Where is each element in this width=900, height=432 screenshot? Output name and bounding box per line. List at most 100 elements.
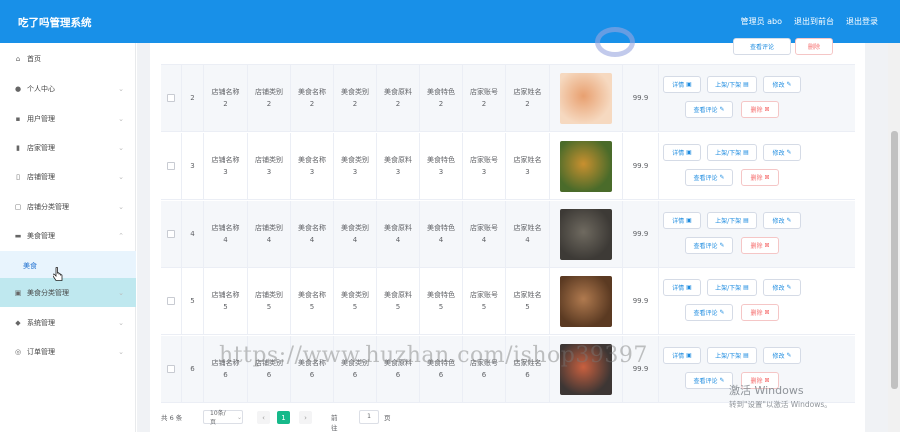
checkbox-cell[interactable] — [161, 201, 182, 267]
upload-icon: ▤ — [743, 284, 749, 291]
detail-icon: ▣ — [686, 284, 692, 291]
food-image — [560, 275, 612, 327]
price-cell: 99.9 — [623, 65, 659, 131]
table-cell: 店铺类别 3 — [248, 133, 291, 199]
admin-label: 管理员 abo — [740, 17, 782, 26]
upload-button[interactable]: 上架/下架 ▤ — [707, 279, 757, 296]
comment-icon: ✎ — [719, 242, 725, 249]
food-image — [560, 208, 612, 260]
comment-button[interactable]: 查看评论 ✎ — [685, 372, 733, 389]
table-cell: 店家姓名 2 — [506, 65, 550, 131]
edit-icon: ✎ — [786, 217, 792, 224]
page-size-select[interactable]: 10条/页 ⌄ — [203, 410, 243, 426]
edit-button[interactable]: 修改 ✎ — [763, 76, 801, 93]
page-1-button[interactable]: 1 — [277, 411, 290, 424]
delete-button[interactable]: 删除 ⊠ — [741, 304, 779, 321]
checkbox-cell[interactable] — [161, 336, 182, 402]
top-navbar: 吃了吗管理系统 管理员 abo 退出到前台 退出登录 — [0, 0, 900, 43]
prev-page-icon[interactable]: ‹ — [257, 411, 270, 424]
comment-button[interactable]: 查看评论 ✎ — [685, 237, 733, 254]
detail-button[interactable]: 详情 ▣ — [663, 279, 701, 296]
sidebar-item[interactable]: ▪ 用户管理 ⌄ — [0, 104, 136, 133]
sidebar-item[interactable]: ▬ 美食管理 ⌃ — [0, 221, 136, 250]
image-cell — [550, 201, 623, 267]
table-row-partial: 查看评论 删除 — [161, 27, 855, 65]
upload-icon: ▤ — [743, 81, 749, 88]
row-index: 5 — [182, 268, 204, 334]
user-manage-icon: ▪ — [15, 114, 21, 123]
shop-icon: ▯ — [16, 172, 20, 181]
comment-button[interactable]: 查看评论 ✎ — [685, 169, 733, 186]
row-checkbox[interactable] — [167, 230, 175, 238]
checkbox-cell[interactable] — [161, 65, 182, 131]
image-cell — [550, 133, 623, 199]
table-cell: 美食原料 4 — [377, 201, 420, 267]
sidebar-item-label: 个人中心 — [27, 84, 55, 93]
delete-button[interactable]: 删除 — [795, 38, 833, 55]
chevron-icon: ⌄ — [118, 347, 124, 356]
goto-page-input[interactable]: 1 — [359, 410, 379, 424]
table-cell: 店家姓名 5 — [506, 268, 550, 334]
edit-icon: ✎ — [786, 149, 792, 156]
table-cell: 美食类别 4 — [334, 201, 377, 267]
delete-button[interactable]: 删除 ⊠ — [741, 237, 779, 254]
edit-button[interactable]: 修改 ✎ — [763, 279, 801, 296]
upload-button[interactable]: 上架/下架 ▤ — [707, 76, 757, 93]
sidebar-item[interactable]: ◆ 系统管理 ⌄ — [0, 308, 136, 337]
delete-button[interactable]: 删除 ⊠ — [741, 169, 779, 186]
home-icon: ⌂ — [15, 54, 21, 63]
edit-button[interactable]: 修改 ✎ — [763, 212, 801, 229]
table-cell: 美食特色 4 — [420, 201, 463, 267]
detail-button[interactable]: 详情 ▣ — [663, 144, 701, 161]
logout-link[interactable]: 退出登录 — [846, 16, 878, 27]
edit-button[interactable]: 修改 ✎ — [763, 144, 801, 161]
table-row: 2 店铺名称 2 店铺类别 2 美食名称 2 美食类别 2 美食原料 2 美食特色 2 店家账… — [161, 65, 855, 132]
sidebar-item[interactable]: 美食 — [0, 251, 136, 280]
sidebar-item-label: 系统管理 — [27, 318, 55, 327]
table-cell: 美食原料 2 — [377, 65, 420, 131]
detail-button[interactable]: 详情 ▣ — [663, 212, 701, 229]
upload-button[interactable]: 上架/下架 ▤ — [707, 144, 757, 161]
main-content: 查看评论 删除 共 6 条 10条/页 ⌄ ‹ 1 › 前往 1 页 2 店铺名称 … — [137, 27, 888, 432]
scrollbar-thumb[interactable] — [891, 131, 898, 389]
sidebar-item[interactable]: ▢ 店铺分类管理 ⌄ — [0, 192, 136, 221]
sidebar-item-label: 店铺管理 — [27, 172, 55, 181]
row-checkbox[interactable] — [167, 162, 175, 170]
price-cell: 99.9 — [623, 133, 659, 199]
next-page-icon[interactable]: › — [299, 411, 312, 424]
detail-button[interactable]: 详情 ▣ — [663, 76, 701, 93]
windows-activation-title: 激活 Windows — [729, 384, 804, 397]
table-cell: 店家账号 2 — [463, 65, 506, 131]
sidebar-item[interactable]: ● 个人中心 ⌄ — [0, 74, 136, 103]
table-cell: 美食特色 2 — [420, 65, 463, 131]
sidebar-item[interactable]: ◎ 订单管理 ⌄ — [0, 337, 136, 366]
row-checkbox[interactable] — [167, 297, 175, 305]
table-cell: 美食特色 5 — [420, 268, 463, 334]
row-checkbox[interactable] — [167, 94, 175, 102]
delete-button[interactable]: 删除 ⊠ — [741, 101, 779, 118]
sidebar-item[interactable]: ⌂ 首页 — [0, 44, 136, 73]
comment-icon: ✎ — [719, 377, 725, 384]
actions-cell — [659, 133, 798, 199]
front-link[interactable]: 退出到前台 — [794, 16, 834, 27]
edit-button[interactable]: 修改 ✎ — [763, 347, 801, 364]
upload-button[interactable]: 上架/下架 ▤ — [707, 212, 757, 229]
sidebar-item[interactable]: ▮ 店家管理 ⌄ — [0, 133, 136, 162]
table-cell: 店铺类别 4 — [248, 201, 291, 267]
detail-button[interactable]: 详情 ▣ — [663, 347, 701, 364]
upload-button[interactable]: 上架/下架 ▤ — [707, 347, 757, 364]
table-cell: 美食名称 2 — [291, 65, 334, 131]
pagination: 共 6 条 10条/页 ⌄ ‹ 1 › 前往 1 页 — [161, 408, 391, 432]
table-cell: 店家账号 4 — [463, 201, 506, 267]
sidebar-item[interactable]: ▯ 店铺管理 ⌄ — [0, 162, 136, 191]
row-checkbox[interactable] — [167, 365, 175, 373]
comment-button[interactable]: 查看评论 ✎ — [685, 304, 733, 321]
sidebar-item-label: 首页 — [27, 54, 41, 63]
comment-button[interactable]: 查看评论 ✎ — [685, 101, 733, 118]
checkbox-cell[interactable] — [161, 268, 182, 334]
image-cell — [550, 268, 623, 334]
view-comments-button[interactable]: 查看评论 — [733, 38, 791, 55]
table-cell: 店铺类别 2 — [248, 65, 291, 131]
sidebar-item[interactable]: ▣ 美食分类管理 ⌄ — [0, 278, 136, 307]
checkbox-cell[interactable] — [161, 133, 182, 199]
